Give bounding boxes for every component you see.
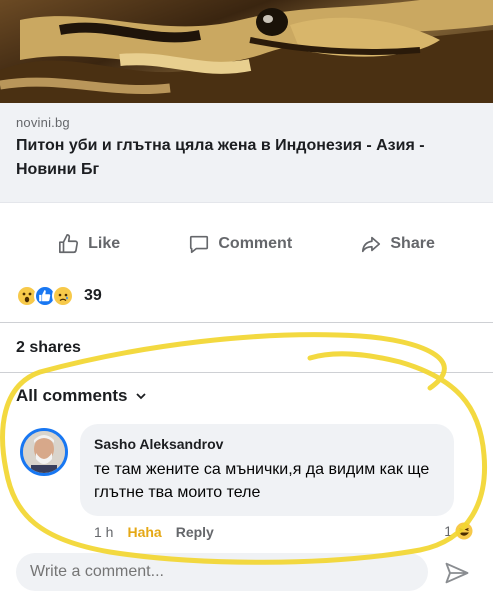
comment-timestamp[interactable]: 1 h [94,524,113,540]
reaction-emojis [16,285,74,307]
comment-label: Comment [218,235,293,252]
divider [0,322,493,323]
like-button[interactable]: Like [58,233,120,255]
chevron-down-icon [136,393,147,400]
comment-author[interactable]: Sasho Aleksandrov [94,436,440,452]
link-preview-card[interactable]: novini.bg Питон уби и глътна цяла жена в… [0,103,493,203]
avatar[interactable] [20,428,68,476]
python-snake-image [0,0,493,103]
share-button[interactable]: Share [360,233,435,255]
shares-count[interactable]: 2 shares [16,339,81,357]
haha-reaction-button[interactable]: Haha [127,524,161,540]
comments-filter-dropdown[interactable]: All comments [16,386,147,406]
reactions-summary[interactable]: 39 [16,284,102,308]
comment-reaction-count[interactable]: 1 [444,522,473,540]
share-label: Share [390,235,435,252]
send-icon[interactable] [443,559,471,587]
reply-button[interactable]: Reply [176,524,214,540]
link-domain: novini.bg [16,115,70,130]
comment-meta: 1 h Haha Reply [94,524,214,540]
reaction-count: 39 [84,287,102,304]
comment-reaction-number: 1 [444,523,452,539]
comment-icon [190,235,209,254]
haha-icon [455,522,473,540]
share-arrow-icon [362,236,381,253]
divider [0,372,493,373]
like-label: Like [88,235,121,252]
post-action-bar: Like Comment Share [0,222,493,266]
avatar-photo [23,431,65,473]
thumbs-up-icon [59,234,79,254]
comment-button[interactable]: Comment [188,233,292,255]
comment-input[interactable] [16,553,428,591]
comment-bubble[interactable]: Sasho Aleksandrov те там жените са мънич… [80,424,454,516]
sad-icon [52,285,74,307]
link-title[interactable]: Питон уби и глътна цяла жена в Индонезия… [16,134,456,182]
comment-text: те там жените са мънички,я да видим как … [94,461,430,501]
comments-filter-label: All comments [16,386,128,405]
link-preview-image[interactable] [0,0,493,103]
